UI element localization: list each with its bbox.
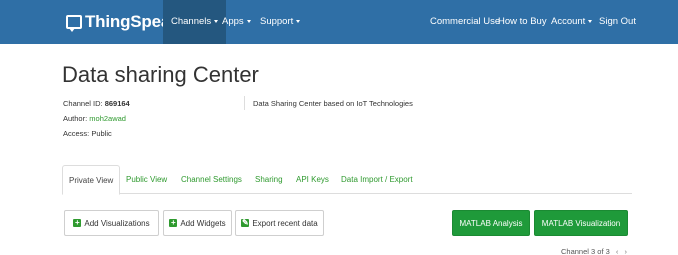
nav-support-label: Support [260, 16, 294, 27]
nav-commercial-use-label: Commercial Use [430, 16, 501, 27]
nav-account-label: Account [551, 16, 586, 27]
add-visualizations-label: Add Visualizations [84, 218, 150, 228]
channel-pager: Channel 3 of 3 ‹ › [561, 247, 627, 255]
nav-account[interactable]: Account [551, 0, 593, 44]
tab-sharing[interactable]: Sharing [255, 165, 283, 194]
tab-private-view[interactable]: Private View [62, 165, 121, 195]
add-widgets-label: Add Widgets [180, 218, 226, 228]
nav-sign-out[interactable]: Sign Out [599, 0, 636, 44]
matlab-visualization-label: MATLAB Visualization [541, 218, 621, 228]
chevron-left-icon[interactable]: ‹ [616, 247, 619, 255]
top-navbar: ThingSpeak ™ Channels Apps Support Comme… [0, 0, 678, 44]
add-visualizations-button[interactable]: + Add Visualizations [64, 210, 159, 236]
matlab-analysis-button[interactable]: MATLAB Analysis [452, 210, 530, 236]
author-link[interactable]: moh2awad [89, 114, 126, 123]
caret-down-icon [214, 19, 219, 23]
nav-channels-label: Channels [171, 16, 212, 27]
nav-how-to-buy[interactable]: How to Buy [498, 0, 547, 44]
channel-access-label: Access: [63, 129, 90, 138]
pager-text: Channel 3 of 3 [561, 247, 610, 255]
nav-apps-label: Apps [222, 16, 244, 27]
edit-icon: ✎ [241, 218, 250, 227]
caret-down-icon [588, 19, 593, 23]
channel-author: Author: moh2awad [63, 114, 126, 123]
page-title: Data sharing Center [62, 62, 259, 87]
channel-id-value: 869164 [104, 99, 130, 108]
channel-description: Data Sharing Center based on IoT Technol… [253, 99, 413, 108]
export-recent-data-button[interactable]: ✎ Export recent data [235, 210, 324, 236]
matlab-visualization-button[interactable]: MATLAB Visualization [534, 210, 628, 236]
tab-data-import-export[interactable]: Data Import / Export [341, 165, 413, 194]
chat-bubble-icon [66, 15, 82, 32]
caret-down-icon [296, 19, 301, 23]
channel-access: Access: Public [63, 129, 112, 138]
nav-apps[interactable]: Apps [222, 0, 251, 44]
tab-channel-settings[interactable]: Channel Settings [181, 165, 242, 194]
channel-id-label: Channel ID: [63, 99, 103, 108]
meta-divider [244, 96, 245, 110]
nav-how-to-buy-label: How to Buy [498, 16, 547, 27]
plus-icon: + [73, 218, 82, 227]
channel-id: Channel ID: 869164 [63, 99, 130, 108]
nav-sign-out-label: Sign Out [599, 16, 636, 27]
nav-commercial-use[interactable]: Commercial Use [430, 0, 500, 44]
chevron-right-icon[interactable]: › [624, 247, 627, 255]
tab-public-view[interactable]: Public View [126, 165, 167, 194]
matlab-analysis-label: MATLAB Analysis [459, 218, 523, 228]
add-widgets-button[interactable]: + Add Widgets [163, 210, 232, 236]
export-recent-data-label: Export recent data [252, 218, 318, 228]
caret-down-icon [246, 19, 251, 23]
nav-channels[interactable]: Channels [163, 0, 227, 44]
plus-icon: + [169, 218, 178, 227]
tab-api-keys[interactable]: API Keys [296, 165, 329, 194]
channel-access-value: Public [91, 129, 112, 138]
channel-author-label: Author: [63, 114, 88, 123]
nav-support[interactable]: Support [260, 0, 301, 44]
channel-tabs: Private View Public View Channel Setting… [62, 165, 632, 195]
